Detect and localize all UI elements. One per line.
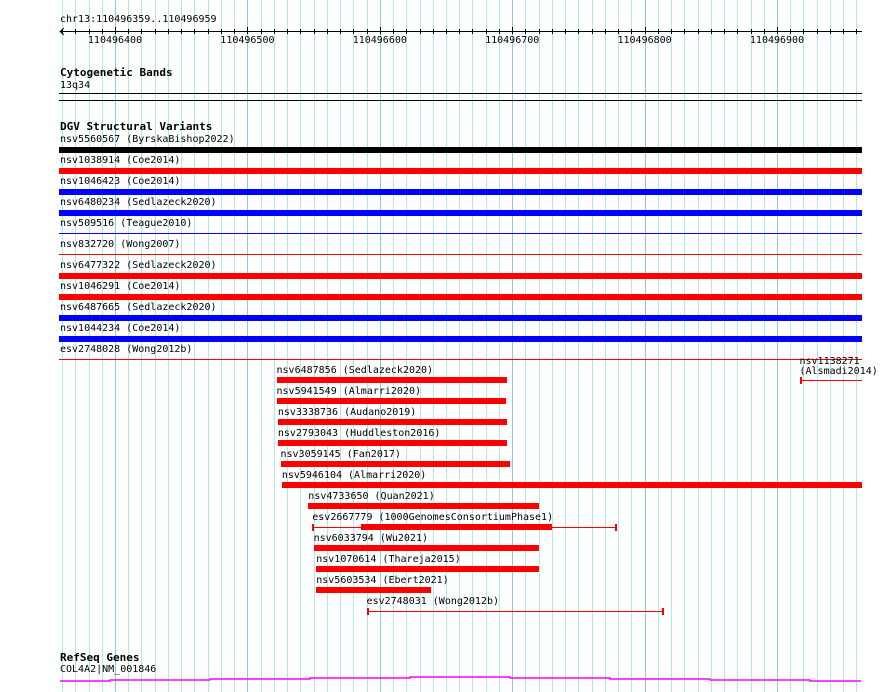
cytoband-label[interactable]: 13q34	[60, 80, 90, 92]
variant-label[interactable]: nsv509516 (Teague2010)	[60, 218, 192, 230]
variant-end-cap	[799, 377, 802, 384]
ruler-tick-label: 110496400	[87, 35, 143, 46]
variant-bar[interactable]	[59, 359, 862, 360]
variant-label[interactable]: nsv1046423 (Coe2014)	[60, 176, 180, 188]
variant-label[interactable]: nsv1138271 (Alsmadi2014)	[800, 357, 888, 377]
variant-label[interactable]: esv2748028 (Wong2012b)	[60, 344, 192, 356]
variant-label[interactable]: nsv1070614 (Thareja2015)	[316, 554, 461, 566]
variant-bar[interactable]	[316, 566, 539, 572]
variant-label[interactable]: nsv6487856 (Sedlazeck2020)	[277, 365, 434, 377]
variant-bar[interactable]	[59, 147, 862, 153]
variant-label[interactable]: esv2667779 (1000GenomesConsortiumPhase1)	[312, 512, 553, 524]
variant-label[interactable]: nsv3059145 (Fan2017)	[281, 449, 401, 461]
ruler-tick-label: 110496700	[485, 35, 540, 46]
variant-label[interactable]: nsv1046291 (Coe2014)	[60, 281, 180, 293]
cytoband-feature[interactable]	[59, 93, 862, 94]
refseq-track-title: RefSeq Genes	[60, 651, 140, 664]
variant-bar[interactable]	[277, 419, 507, 425]
variant-bar[interactable]	[277, 440, 507, 446]
gene-feature[interactable]	[0, 670, 890, 690]
variant-label[interactable]: nsv5560567 (ByrskaBishop2022)	[60, 134, 235, 146]
variant-bar[interactable]	[59, 210, 862, 216]
cytoband-track-title: Cytogenetic Bands	[60, 66, 173, 79]
variant-label[interactable]: esv2748031 (Wong2012b)	[367, 596, 499, 608]
variant-label[interactable]: nsv5941549 (Almarri2020)	[277, 386, 422, 398]
track-divider	[59, 100, 862, 101]
variant-end-cap	[312, 524, 315, 531]
variant-bar[interactable]	[799, 380, 862, 381]
variant-label[interactable]: nsv1038914 (Coe2014)	[60, 155, 180, 167]
variant-bar[interactable]	[59, 336, 862, 342]
ruler-tick-label: 110496500	[220, 35, 275, 46]
variant-bar[interactable]	[59, 273, 862, 279]
variant-label[interactable]: nsv6487665 (Sedlazeck2020)	[60, 302, 217, 314]
variant-bar[interactable]	[59, 168, 862, 174]
variant-bar-thick[interactable]	[361, 524, 552, 530]
variant-bar[interactable]	[366, 611, 665, 612]
ruler-tick-label: 110496800	[617, 35, 672, 46]
variant-label[interactable]: nsv5603534 (Ebert2021)	[316, 575, 448, 587]
variant-bar[interactable]	[281, 482, 862, 488]
variant-bar[interactable]	[59, 294, 862, 300]
variant-bar[interactable]	[276, 377, 507, 383]
variant-bar[interactable]	[59, 189, 862, 195]
variant-label[interactable]: nsv3338736 (Audano2019)	[278, 407, 416, 419]
variant-bar[interactable]	[313, 545, 539, 551]
variant-label[interactable]: nsv5946104 (Almarri2020)	[282, 470, 427, 482]
ruler-tick-label: 110496900	[749, 35, 805, 46]
variant-label[interactable]: nsv2793043 (Huddleston2016)	[278, 428, 441, 440]
variant-bar[interactable]	[316, 587, 432, 593]
variant-label[interactable]: nsv4733650 (Quan2021)	[308, 491, 434, 503]
variant-bar[interactable]	[308, 503, 539, 509]
variant-end-cap	[614, 524, 617, 531]
variant-label[interactable]: nsv6480234 (Sedlazeck2020)	[60, 197, 217, 209]
variant-label[interactable]: nsv6477322 (Sedlazeck2020)	[60, 260, 217, 272]
variant-label[interactable]: nsv1044234 (Coe2014)	[60, 323, 180, 335]
variant-bar[interactable]	[59, 233, 862, 234]
variant-label[interactable]: nsv832720 (Wong2007)	[60, 239, 180, 251]
variant-label[interactable]: nsv6033794 (Wu2021)	[314, 533, 428, 545]
variant-bar[interactable]	[59, 254, 862, 255]
variant-end-cap	[662, 608, 665, 615]
dgv-track-title: DGV Structural Variants	[60, 120, 213, 133]
ruler-tick-label: 110496600	[352, 35, 407, 46]
variant-bar[interactable]	[280, 461, 510, 467]
variant-bar[interactable]	[276, 398, 506, 404]
variant-end-cap	[366, 608, 369, 615]
variant-bar[interactable]	[59, 315, 862, 321]
